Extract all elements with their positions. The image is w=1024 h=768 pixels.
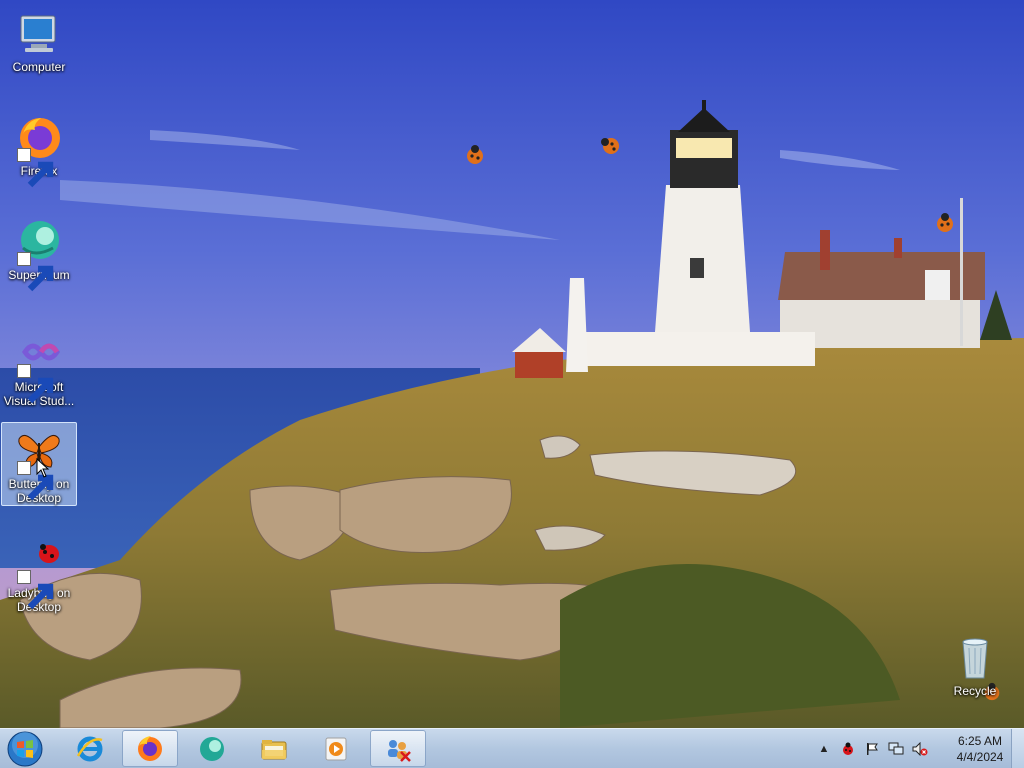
taskbar-button-ladybug-app[interactable] [370,730,426,767]
desktop-icon-ladybug[interactable]: Ladybug on Desktop [1,532,77,614]
start-button[interactable] [5,731,45,767]
folder-icon [261,739,287,759]
shortcut-arrow-icon [17,570,54,610]
desktop-icon-label: Recycle [953,684,997,698]
ladybug-tray-icon[interactable] [840,741,856,757]
desktop-icon-label: Computer [12,60,66,74]
shortcut-arrow-icon [17,364,54,404]
taskbar-button-windows-explorer[interactable] [246,730,302,767]
volume-muted-icon[interactable] [912,741,928,757]
show-hidden-icons-arrow[interactable]: ▲ [816,741,832,757]
windows-start-icon [7,731,43,767]
taskbar-button-firefox[interactable] [122,730,178,767]
network-users-icon [388,739,411,762]
clock-time: 6:25 AM [957,734,1003,748]
firefox-icon [15,114,63,188]
clock-date: 4/4/2024 [956,750,1004,764]
supermium-icon [200,736,224,761]
media-player-icon [325,737,347,760]
shortcut-arrow-icon [17,148,54,188]
taskbar-button-supermium[interactable] [184,730,240,767]
desktop-icon-firefox[interactable]: Firefox [1,110,77,188]
mouse-cursor [36,457,50,483]
shortcut-arrow-icon [17,252,54,292]
show-desktop-button[interactable] [1011,729,1024,768]
taskbar: ▲ 6:25 AM 4/4/2024 [0,728,1024,768]
supermium-icon [15,218,63,292]
internet-explorer-icon [76,736,103,761]
desktop-icon-supermium[interactable]: Supermium [1,214,77,292]
taskbar-button-media-player[interactable] [308,730,364,767]
action-center-flag-icon[interactable] [864,741,880,757]
ladybug-sprite [600,134,622,161]
desktop-icon-computer[interactable]: Computer [1,6,77,74]
desktop-icon-visual-studio[interactable]: Microsoft Visual Stud... [1,326,77,408]
ladybug-icon [15,536,63,610]
firefox-icon [138,735,162,761]
ladybug-sprite [934,212,956,239]
visual-studio-icon [15,330,63,404]
recycle-bin-icon [951,634,999,682]
network-icon[interactable] [888,741,904,757]
desktop-icon-recycle-bin[interactable]: Recycle [937,630,1013,698]
shortcut-arrow-icon [17,461,54,501]
taskbar-clock[interactable]: 6:25 AM 4/4/2024 [950,733,1010,765]
taskbar-button-internet-explorer[interactable] [62,730,118,767]
desktop-wallpaper [0,0,1024,728]
system-tray: ▲ 6:25 AM 4/4/2024 [816,729,1010,768]
ladybug-sprite [464,144,486,171]
computer-icon [15,10,63,58]
